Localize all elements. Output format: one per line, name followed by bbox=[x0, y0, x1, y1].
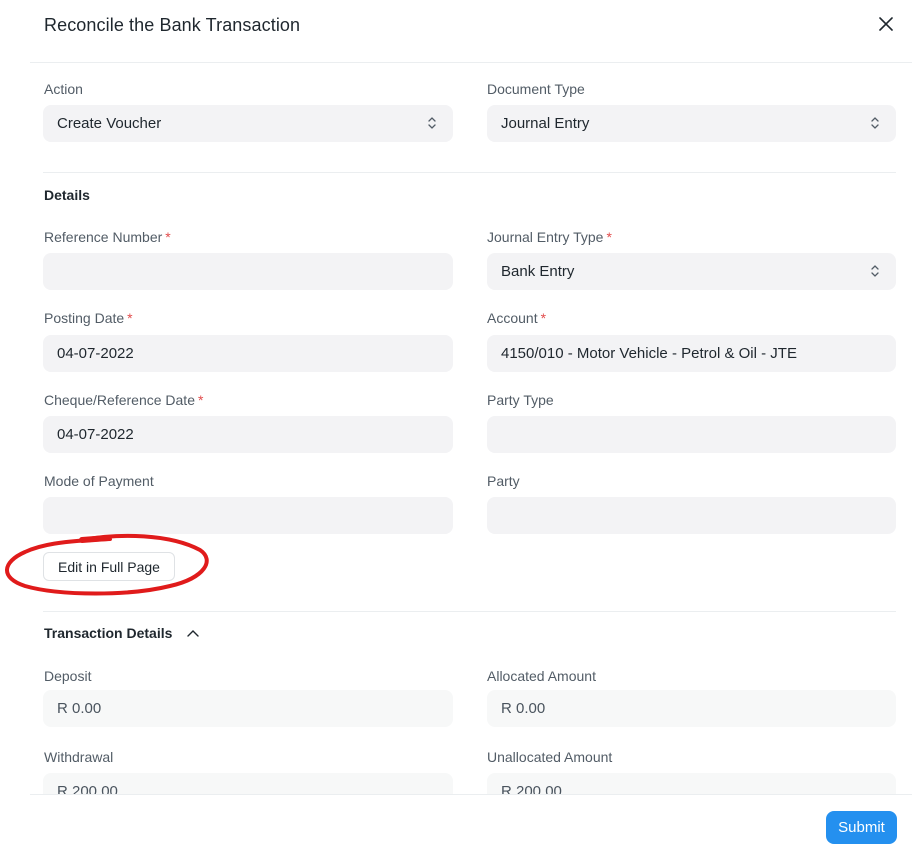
reference-number-label: Reference Number * bbox=[44, 229, 171, 245]
deposit-field: R 0.00 bbox=[43, 690, 453, 727]
cheque-reference-date-label: Cheque/Reference Date * bbox=[44, 392, 203, 408]
chevron-up-down-icon bbox=[428, 117, 436, 129]
account-label: Account * bbox=[487, 310, 546, 326]
details-section-title: Details bbox=[44, 187, 90, 203]
unallocated-amount-label: Unallocated Amount bbox=[487, 749, 613, 765]
close-icon bbox=[879, 17, 893, 31]
account-value: 4150/010 - Motor Vehicle - Petrol & Oil … bbox=[501, 345, 797, 362]
cheque-reference-date-value: 04-07-2022 bbox=[57, 426, 134, 443]
journal-entry-type-label-text: Journal Entry Type bbox=[487, 229, 604, 245]
document-type-select[interactable]: Journal Entry bbox=[487, 105, 896, 142]
party-input[interactable] bbox=[487, 497, 896, 534]
footer-divider bbox=[30, 794, 912, 795]
section-divider bbox=[43, 172, 896, 173]
unallocated-amount-field: R 200.00 bbox=[487, 773, 896, 794]
withdrawal-label: Withdrawal bbox=[44, 749, 114, 765]
party-label: Party bbox=[487, 473, 520, 489]
allocated-amount-label: Allocated Amount bbox=[487, 668, 596, 684]
journal-entry-type-label: Journal Entry Type * bbox=[487, 229, 612, 245]
posting-date-input[interactable]: 04-07-2022 bbox=[43, 335, 453, 372]
posting-date-label: Posting Date * bbox=[44, 310, 133, 326]
party-type-label: Party Type bbox=[487, 392, 554, 408]
required-marker: * bbox=[127, 310, 133, 326]
transaction-details-section-title[interactable]: Transaction Details bbox=[44, 625, 200, 641]
mode-of-payment-input[interactable] bbox=[43, 497, 453, 534]
chevron-up-down-icon bbox=[871, 265, 879, 277]
document-type-value: Journal Entry bbox=[501, 115, 590, 132]
mode-of-payment-label: Mode of Payment bbox=[44, 473, 154, 489]
action-select[interactable]: Create Voucher bbox=[43, 105, 453, 142]
unallocated-amount-value: R 200.00 bbox=[501, 783, 562, 794]
journal-entry-type-select[interactable]: Bank Entry bbox=[487, 253, 896, 290]
deposit-value: R 0.00 bbox=[57, 700, 102, 717]
reference-number-label-text: Reference Number bbox=[44, 229, 163, 245]
document-type-label: Document Type bbox=[487, 81, 585, 97]
party-type-input[interactable] bbox=[487, 416, 896, 453]
transaction-details-title-text: Transaction Details bbox=[44, 625, 173, 641]
withdrawal-value: R 200.00 bbox=[57, 783, 118, 794]
close-button[interactable] bbox=[872, 10, 900, 38]
edit-in-full-page-button[interactable]: Edit in Full Page bbox=[43, 552, 175, 581]
account-label-text: Account bbox=[487, 310, 538, 326]
section-divider bbox=[43, 611, 896, 612]
required-marker: * bbox=[606, 229, 612, 245]
scroll-region: Deposit R 0.00 Allocated Amount R 0.00 W… bbox=[0, 660, 912, 794]
posting-date-label-text: Posting Date bbox=[44, 310, 125, 326]
reference-number-input[interactable] bbox=[43, 253, 453, 290]
cheque-reference-date-input[interactable]: 04-07-2022 bbox=[43, 416, 453, 453]
posting-date-value: 04-07-2022 bbox=[57, 345, 134, 362]
header-divider bbox=[30, 62, 912, 63]
account-input[interactable]: 4150/010 - Motor Vehicle - Petrol & Oil … bbox=[487, 335, 896, 372]
chevron-up-icon[interactable] bbox=[186, 628, 200, 638]
required-marker: * bbox=[198, 392, 204, 408]
action-label: Action bbox=[44, 81, 83, 97]
deposit-label: Deposit bbox=[44, 668, 92, 684]
required-marker: * bbox=[165, 229, 171, 245]
allocated-amount-field: R 0.00 bbox=[487, 690, 896, 727]
dialog-title: Reconcile the Bank Transaction bbox=[44, 15, 301, 35]
withdrawal-field: R 200.00 bbox=[43, 773, 453, 794]
action-value: Create Voucher bbox=[57, 115, 162, 132]
cheque-reference-date-label-text: Cheque/Reference Date bbox=[44, 392, 195, 408]
chevron-up-down-icon bbox=[871, 117, 879, 129]
allocated-amount-value: R 0.00 bbox=[501, 700, 546, 717]
required-marker: * bbox=[540, 310, 547, 326]
submit-button[interactable]: Submit bbox=[826, 811, 897, 844]
journal-entry-type-value: Bank Entry bbox=[501, 263, 575, 280]
